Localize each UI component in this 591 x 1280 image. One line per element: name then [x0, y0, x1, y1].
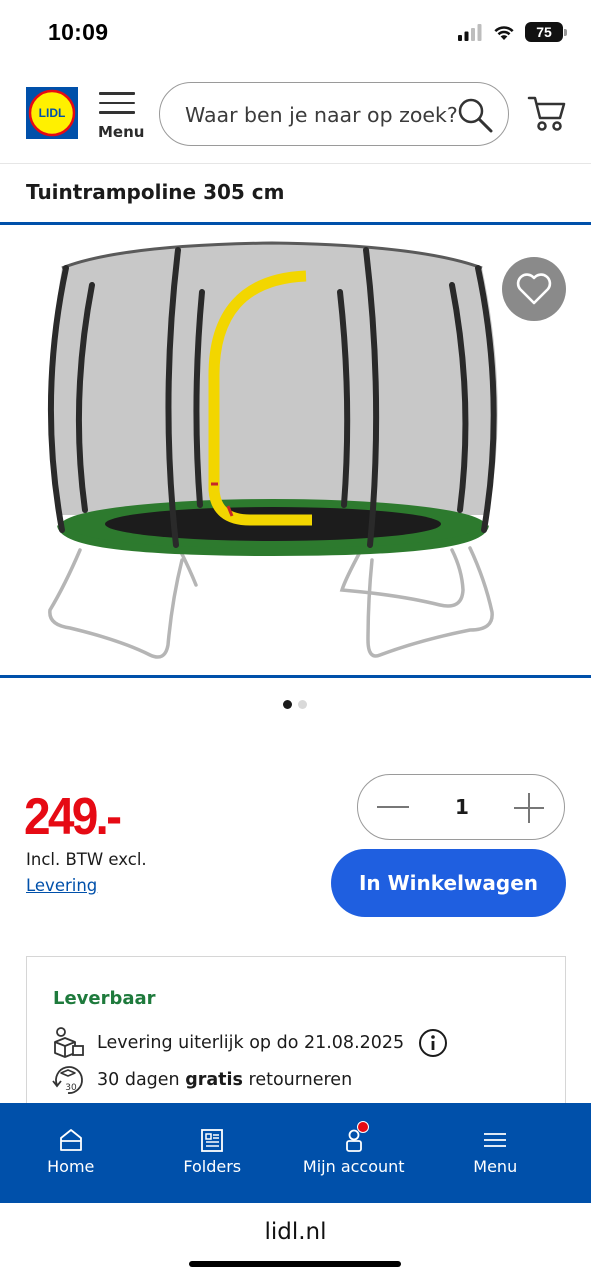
wifi-icon	[494, 26, 514, 40]
delivery-date-row: Levering uiterlijk op do 21.08.2025	[51, 1026, 448, 1060]
browser-address-bar[interactable]: lidl.nl	[0, 1203, 591, 1280]
nav-label-account: Mijn account	[302, 1157, 405, 1176]
folders-icon	[201, 1129, 224, 1152]
nav-label-folders: Folders	[183, 1157, 242, 1176]
decrease-quantity-button[interactable]	[376, 792, 410, 822]
lidl-logo[interactable]: LIDL	[26, 87, 78, 139]
search-icon[interactable]	[456, 96, 494, 134]
home-icon	[59, 1129, 82, 1151]
site-header: LIDL Menu Waar ben je naar op zoek?	[0, 62, 591, 164]
availability-status: Leverbaar	[53, 988, 156, 1009]
status-icons: 75	[457, 21, 567, 43]
increase-quantity-button[interactable]	[512, 791, 546, 825]
product-price: 249.-	[24, 788, 122, 846]
status-bar: 10:09 75	[0, 0, 591, 62]
nav-item-home[interactable]: Home	[0, 1103, 142, 1203]
image-carousel-dots	[283, 700, 307, 709]
heart-icon	[516, 273, 552, 305]
nav-label-menu: Menu	[473, 1157, 518, 1176]
favorite-button[interactable]	[502, 257, 566, 321]
menu-icon	[484, 1133, 507, 1147]
carousel-dot[interactable]	[298, 700, 307, 709]
battery-level: 75	[536, 24, 552, 40]
menu-button[interactable]: Menu	[96, 88, 145, 144]
delivery-link[interactable]: Levering	[26, 876, 97, 895]
home-indicator[interactable]	[189, 1261, 401, 1267]
info-icon[interactable]	[418, 1028, 448, 1058]
page-title: Tuintrampoline 305 cm	[26, 180, 285, 204]
search-placeholder: Waar ben je naar op zoek?	[185, 103, 458, 127]
nav-item-account[interactable]: Mijn account	[283, 1103, 425, 1203]
cart-icon[interactable]	[526, 92, 568, 134]
bottom-navigation: Home Folders Mijn account Menu	[0, 1103, 591, 1203]
returns-text: 30 dagen gratis retourneren	[97, 1070, 353, 1090]
nav-label-home: Home	[47, 1157, 95, 1176]
quantity-value[interactable]: 1	[442, 795, 482, 819]
quantity-stepper: 1	[357, 774, 565, 840]
delivery-box-icon	[54, 1027, 84, 1058]
returns-row: 30 30 dagen gratis retourneren	[51, 1063, 352, 1097]
product-title-row: Tuintrampoline 305 cm	[0, 165, 591, 225]
add-to-cart-button[interactable]: In Winkelwagen	[331, 849, 566, 917]
returns-icon: 30	[52, 1066, 83, 1094]
svg-text:LIDL: LIDL	[39, 106, 66, 120]
status-time: 10:09	[48, 19, 109, 45]
price-note: Incl. BTW excl.	[26, 850, 147, 869]
search-input[interactable]: Waar ben je naar op zoek?	[159, 82, 509, 146]
menu-label: Menu	[98, 123, 145, 141]
svg-text:30: 30	[65, 1083, 77, 1093]
minus-icon	[377, 806, 409, 808]
carousel-dot-active[interactable]	[283, 700, 292, 709]
notification-dot	[357, 1121, 369, 1133]
nav-item-menu[interactable]: Menu	[425, 1103, 567, 1203]
signal-icon	[458, 24, 482, 41]
url-text: lidl.nl	[264, 1219, 327, 1245]
menu-icon	[99, 92, 135, 121]
delivery-date-text: Levering uiterlijk op do 21.08.2025	[97, 1033, 405, 1053]
battery-icon: 75	[525, 22, 567, 42]
nav-item-folders[interactable]: Folders	[142, 1103, 284, 1203]
